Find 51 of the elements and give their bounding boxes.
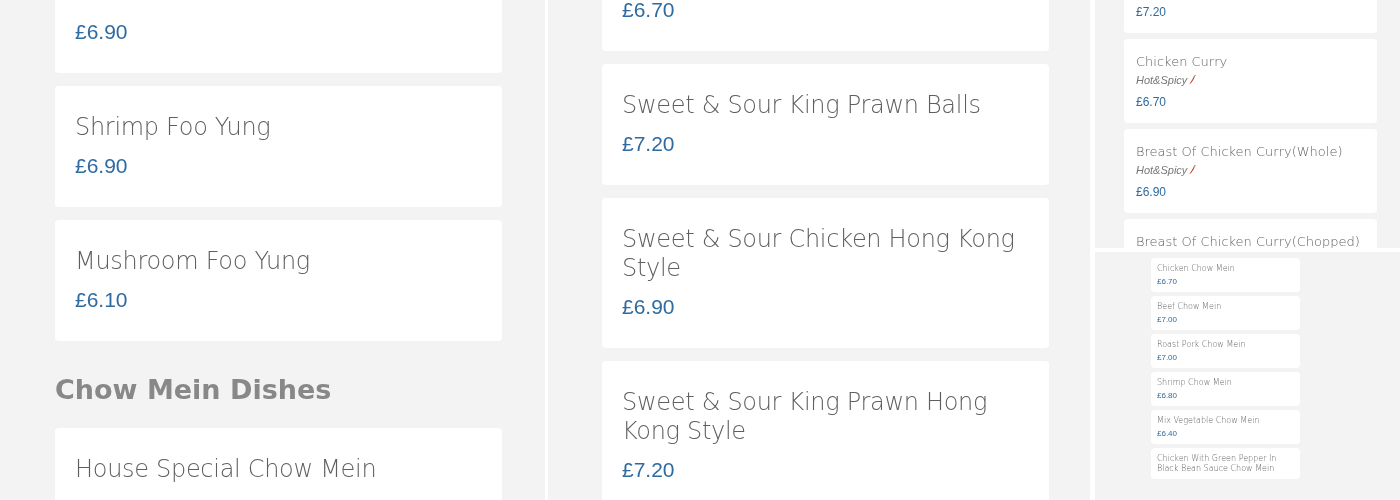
dish-name: Beef Chow Mein <box>1157 302 1223 312</box>
dish-price: £6.90 <box>1136 185 1168 199</box>
dish-card[interactable]: Mix Vegetable Chow Mein £6.40 <box>1151 410 1300 444</box>
dish-card[interactable]: Beef Chow Mein £7.00 <box>1151 296 1300 330</box>
dish-card[interactable]: Shrimp Foo Yung £6.90 <box>55 86 502 207</box>
dish-name: Shrimp Chow Mein <box>1157 378 1233 388</box>
dish-card[interactable]: Breast Of Chicken Curry(Whole) Hot&Spicy £6.90 <box>1124 129 1377 213</box>
dish-card[interactable]: £7.20 <box>1124 0 1377 33</box>
dish-price: £6.10 <box>75 288 129 312</box>
dish-card[interactable]: Breast Of Chicken Curry(Chopped) <box>1124 219 1377 248</box>
section-heading: Chow Mein Dishes <box>55 374 333 406</box>
dish-price: £7.00 <box>1157 315 1179 325</box>
dish-name: Sweet & Sour Chicken Hong Kong Style <box>622 225 1016 283</box>
dish-price: £6.90 <box>75 20 129 44</box>
dish-name: Breast Of Chicken Curry(Whole) <box>1136 143 1344 161</box>
dish-price: £6.90 <box>622 295 676 319</box>
dish-price: £6.70 <box>1157 277 1179 287</box>
dish-name: Mix Vegetable Chow Mein <box>1157 416 1261 426</box>
dish-price: £7.20 <box>1136 5 1168 19</box>
dish-price: £6.70 <box>1136 95 1168 109</box>
dish-name: Breast Of Chicken Curry(Chopped) <box>1136 233 1361 248</box>
dish-card[interactable]: £6.90 <box>55 0 502 73</box>
dish-price: £7.20 <box>622 132 676 156</box>
dish-name: Shrimp Foo Yung <box>75 113 272 142</box>
dish-name: Sweet & Sour King Prawn Hong Kong Style <box>622 388 989 446</box>
dish-note: Hot&Spicy <box>1136 73 1188 87</box>
dish-name: Chicken Chow Mein <box>1157 264 1236 274</box>
dish-price: £6.90 <box>75 154 129 178</box>
dish-price: £6.70 <box>622 0 676 22</box>
dish-card[interactable]: Chicken Curry Hot&Spicy £6.70 <box>1124 39 1377 123</box>
dish-card[interactable]: Mushroom Foo Yung £6.10 <box>55 220 502 341</box>
dish-name: House Special Chow Mein <box>75 455 378 484</box>
dish-price: £6.40 <box>1157 429 1179 439</box>
dish-note: Hot&Spicy <box>1136 163 1188 177</box>
dish-name: Roast Pork Chow Mein <box>1157 340 1247 350</box>
dish-name: Chicken Curry <box>1136 53 1229 71</box>
dish-price: £7.00 <box>1157 353 1179 363</box>
dish-card[interactable]: Chicken Chow Mein £6.70 <box>1151 258 1300 292</box>
dish-card[interactable]: Sweet & Sour King Prawn Hong Kong Style £7.20 <box>602 361 1049 500</box>
dish-price: £6.80 <box>1157 391 1179 401</box>
dish-card[interactable]: Sweet & Sour Chicken Hong Kong Style £6.90 <box>602 198 1049 348</box>
dish-card[interactable]: Shrimp Chow Mein £6.80 <box>1151 372 1300 406</box>
dish-card[interactable]: Chicken With Green Pepper In Black Bean Sauce Chow Mein <box>1151 448 1300 479</box>
dish-name: Chicken With Green Pepper In Black Bean Sauce Chow Mein <box>1157 454 1278 474</box>
dish-name: Mushroom Foo Yung <box>75 247 311 276</box>
dish-name: Sweet & Sour King Prawn Balls <box>622 91 982 120</box>
dish-price: £7.20 <box>622 458 676 482</box>
dish-card[interactable]: £6.70 <box>602 0 1049 51</box>
dish-card[interactable]: Sweet & Sour King Prawn Balls £7.20 <box>602 64 1049 185</box>
dish-card[interactable]: Roast Pork Chow Mein £7.00 <box>1151 334 1300 368</box>
dish-card[interactable]: House Special Chow Mein <box>55 428 502 500</box>
